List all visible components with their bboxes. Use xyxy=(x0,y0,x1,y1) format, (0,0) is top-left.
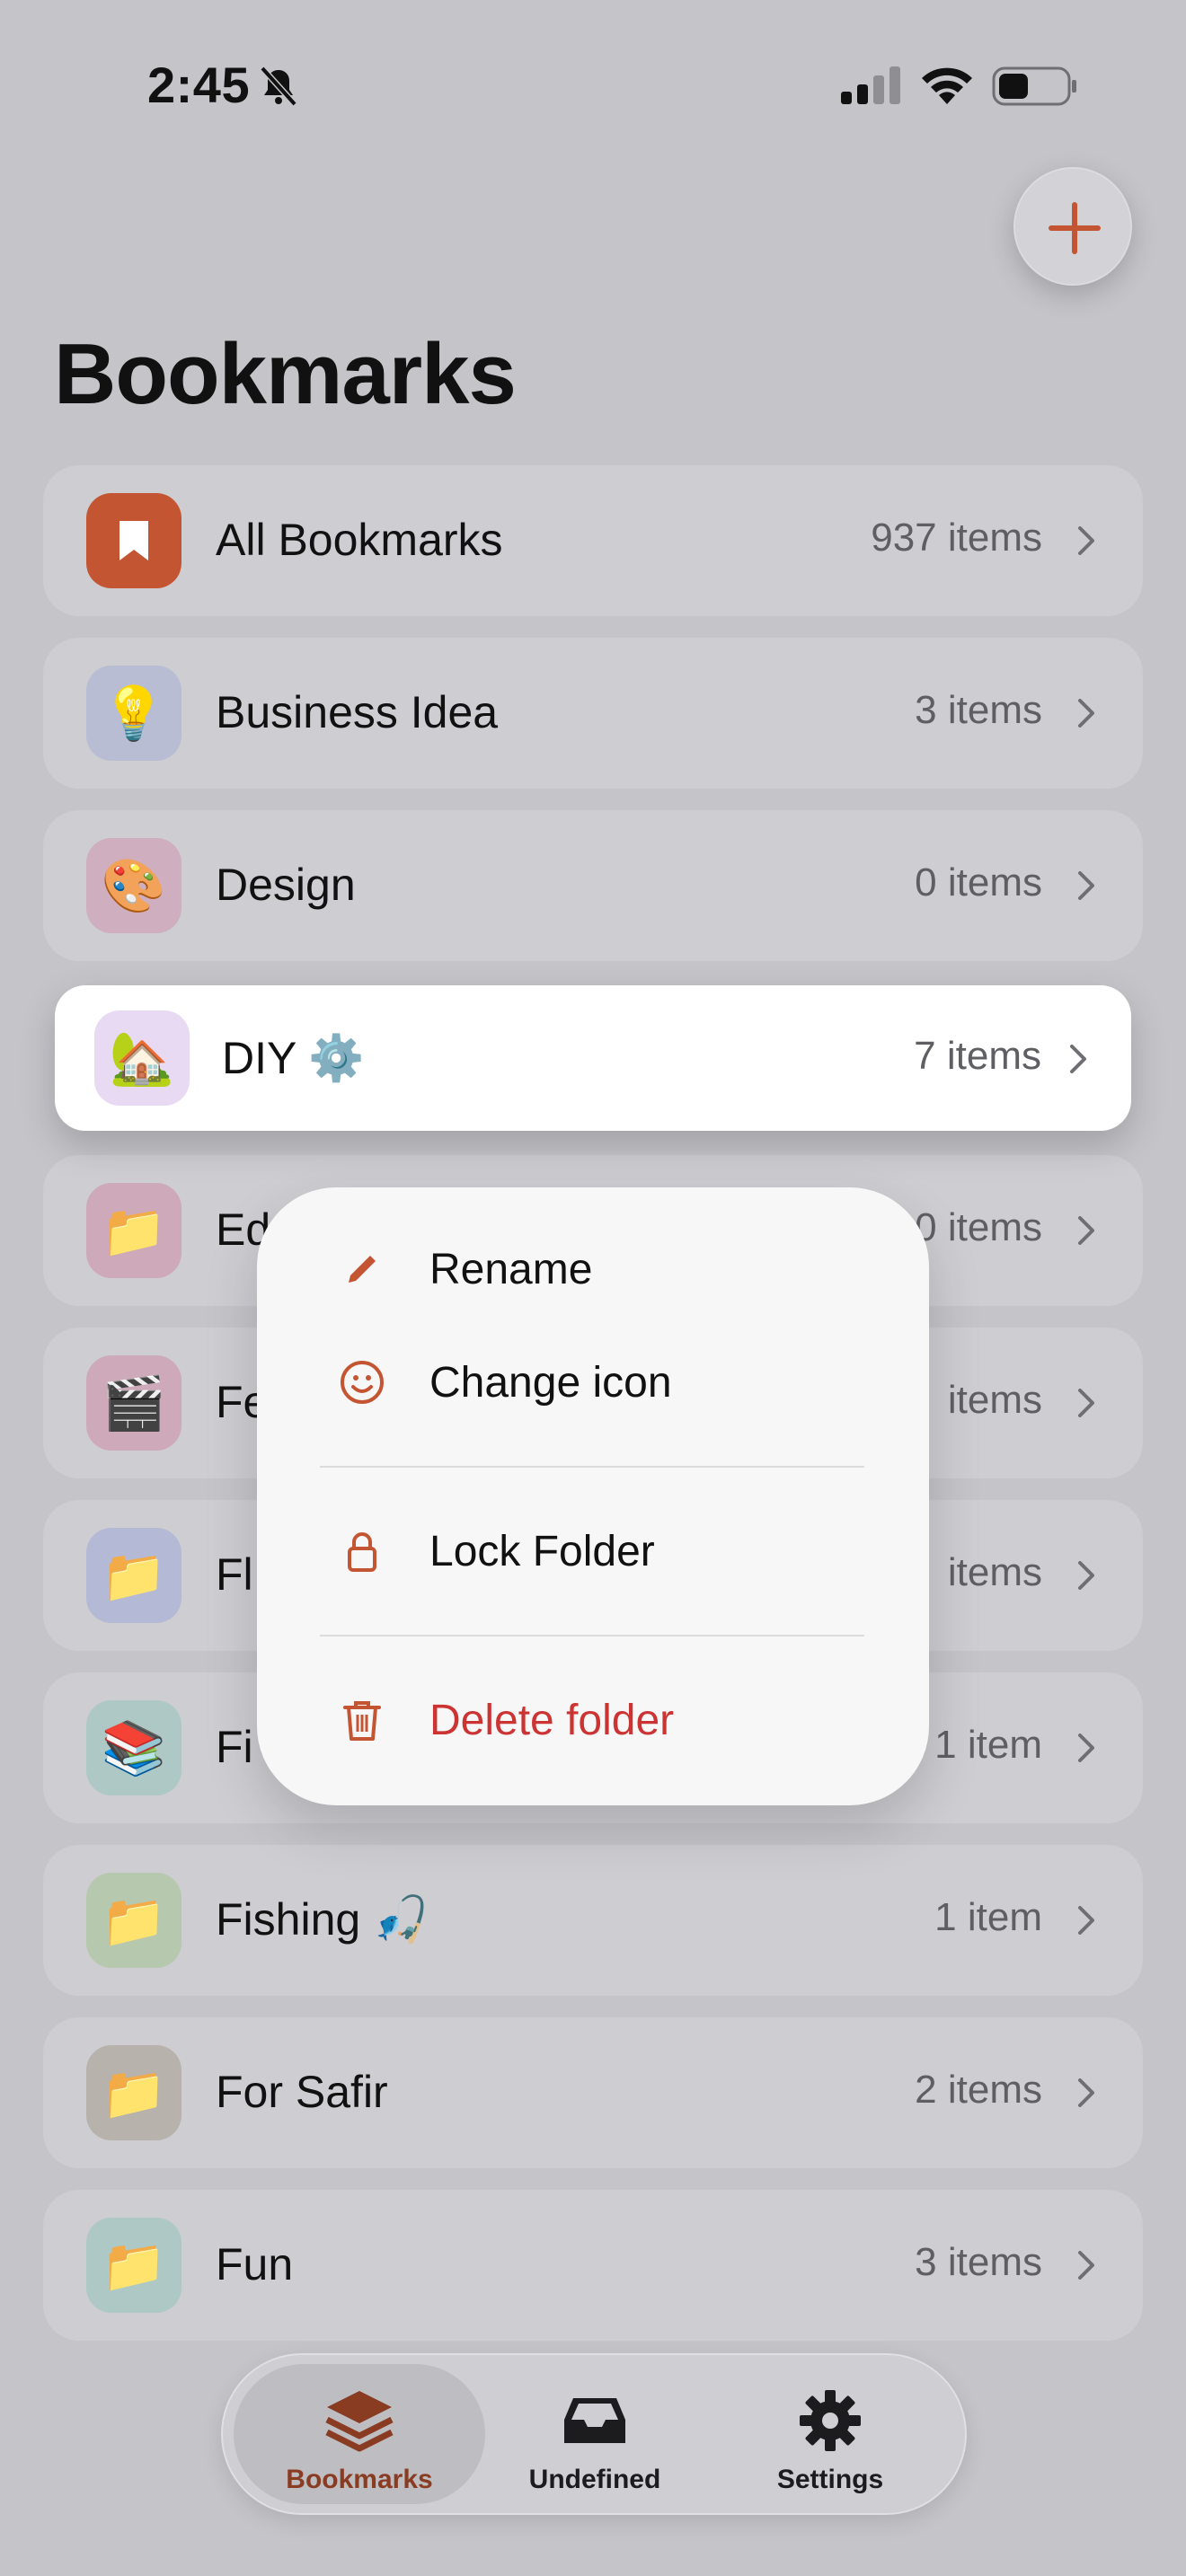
folder-row-fun[interactable]: 📁 Fun 3 items xyxy=(43,2190,1143,2341)
books-icon: 📚 xyxy=(86,1700,181,1795)
tab-bookmarks[interactable]: Bookmarks xyxy=(234,2364,485,2504)
folder-name: Fun xyxy=(216,2239,294,2289)
tab-settings[interactable]: Settings xyxy=(704,2364,956,2504)
plus-icon xyxy=(1049,202,1101,254)
pencil-icon xyxy=(349,1256,376,1283)
folder-icon: 📁 xyxy=(86,1528,181,1623)
silent-bell-icon xyxy=(260,66,297,107)
folder-icon: 📁 xyxy=(86,1873,181,1968)
folder-row-fishing[interactable]: 📁 Fishing 🎣 1 item xyxy=(43,1845,1143,1996)
folder-row-business-idea[interactable]: 💡 Business Idea 3 items xyxy=(43,638,1143,789)
folder-count: 0 items xyxy=(915,860,1042,904)
tab-bar: Bookmarks Undefined Settings xyxy=(221,2353,967,2515)
lightbulb-icon: 💡 xyxy=(86,666,181,761)
stack-icon xyxy=(325,2391,394,2452)
page-title: Bookmarks xyxy=(54,326,517,422)
chevron-right-icon xyxy=(1070,1045,1086,1073)
tab-label: Undefined xyxy=(528,2465,661,2494)
folder-icon: 📁 xyxy=(86,2045,181,2140)
folder-icon: 📁 xyxy=(86,2218,181,2313)
menu-item-rename[interactable]: Rename xyxy=(257,1220,929,1319)
folder-row-diy-selected[interactable]: 🏡 DIY ⚙️ 7 items xyxy=(55,985,1131,1131)
menu-item-label: Change icon xyxy=(429,1359,672,1407)
folder-count: items xyxy=(947,1378,1042,1422)
chevron-right-icon xyxy=(1078,1389,1094,1417)
folder-context-menu: Rename Change icon Lock Folder Delete fo… xyxy=(257,1187,929,1805)
menu-item-label: Lock Folder xyxy=(429,1528,655,1575)
folder-name: All Bookmarks xyxy=(216,515,503,565)
folder-count: 1 item xyxy=(934,1895,1042,1939)
chevron-right-icon xyxy=(1078,526,1094,555)
house-icon: 🏡 xyxy=(94,1010,190,1106)
add-folder-button[interactable] xyxy=(1013,167,1132,286)
folder-count: 937 items xyxy=(871,516,1042,560)
chevron-right-icon xyxy=(1078,699,1094,728)
folder-count: 3 items xyxy=(915,688,1042,732)
chevron-right-icon xyxy=(1078,2078,1094,2107)
status-bar: 2:45 xyxy=(0,0,1186,171)
folder-count: 0 items xyxy=(915,1205,1042,1249)
chevron-right-icon xyxy=(1078,1906,1094,1935)
folder-row-all-bookmarks[interactable]: All Bookmarks 937 items xyxy=(43,465,1143,616)
smiley-icon xyxy=(341,1361,384,1404)
battery-icon xyxy=(992,66,1076,106)
menu-item-lock-folder[interactable]: Lock Folder xyxy=(257,1502,929,1601)
folder-name: Fi xyxy=(216,1722,253,1772)
folder-name: Fishing 🎣 xyxy=(216,1894,429,1945)
menu-item-delete-folder[interactable]: Delete folder xyxy=(257,1671,929,1769)
trash-icon xyxy=(343,1701,381,1741)
palette-icon: 🎨 xyxy=(86,838,181,933)
folder-name: For Safir xyxy=(216,2067,388,2117)
folder-count: 2 items xyxy=(915,2068,1042,2112)
chevron-right-icon xyxy=(1078,1561,1094,1590)
tab-label: Settings xyxy=(776,2465,884,2494)
chevron-right-icon xyxy=(1078,871,1094,900)
folder-count: items xyxy=(947,1550,1042,1594)
folder-name: Business Idea xyxy=(216,687,499,737)
chevron-right-icon xyxy=(1078,1734,1094,1762)
folder-count: 1 item xyxy=(934,1723,1042,1767)
chevron-right-icon xyxy=(1078,2251,1094,2280)
tray-icon xyxy=(564,2398,625,2443)
menu-divider xyxy=(320,1635,864,1636)
menu-item-label: Delete folder xyxy=(429,1697,675,1744)
menu-item-label: Rename xyxy=(429,1246,593,1293)
menu-item-change-icon[interactable]: Change icon xyxy=(257,1333,929,1432)
menu-divider xyxy=(320,1466,864,1468)
folder-name: DIY ⚙️ xyxy=(222,1033,365,1083)
folder-row-for-safir[interactable]: 📁 For Safir 2 items xyxy=(43,2017,1143,2168)
tab-label: Bookmarks xyxy=(286,2465,433,2494)
cellular-signal-icon xyxy=(841,66,900,104)
tab-undefined[interactable]: Undefined xyxy=(469,2364,721,2504)
folder-count: 7 items xyxy=(914,1034,1041,1078)
gear-icon xyxy=(800,2390,861,2451)
folder-row-design[interactable]: 🎨 Design 0 items xyxy=(43,810,1143,961)
folder-count: 3 items xyxy=(915,2240,1042,2284)
chevron-right-icon xyxy=(1078,1216,1094,1245)
wifi-icon xyxy=(922,67,972,104)
folder-name: Design xyxy=(216,860,356,910)
folder-name: Fl xyxy=(216,1549,253,1600)
clapperboard-icon: 🎬 xyxy=(86,1355,181,1451)
folder-icon: 📁 xyxy=(86,1183,181,1278)
bookmark-icon xyxy=(86,493,181,588)
status-time: 2:45 xyxy=(147,57,251,113)
lock-icon xyxy=(348,1532,376,1572)
